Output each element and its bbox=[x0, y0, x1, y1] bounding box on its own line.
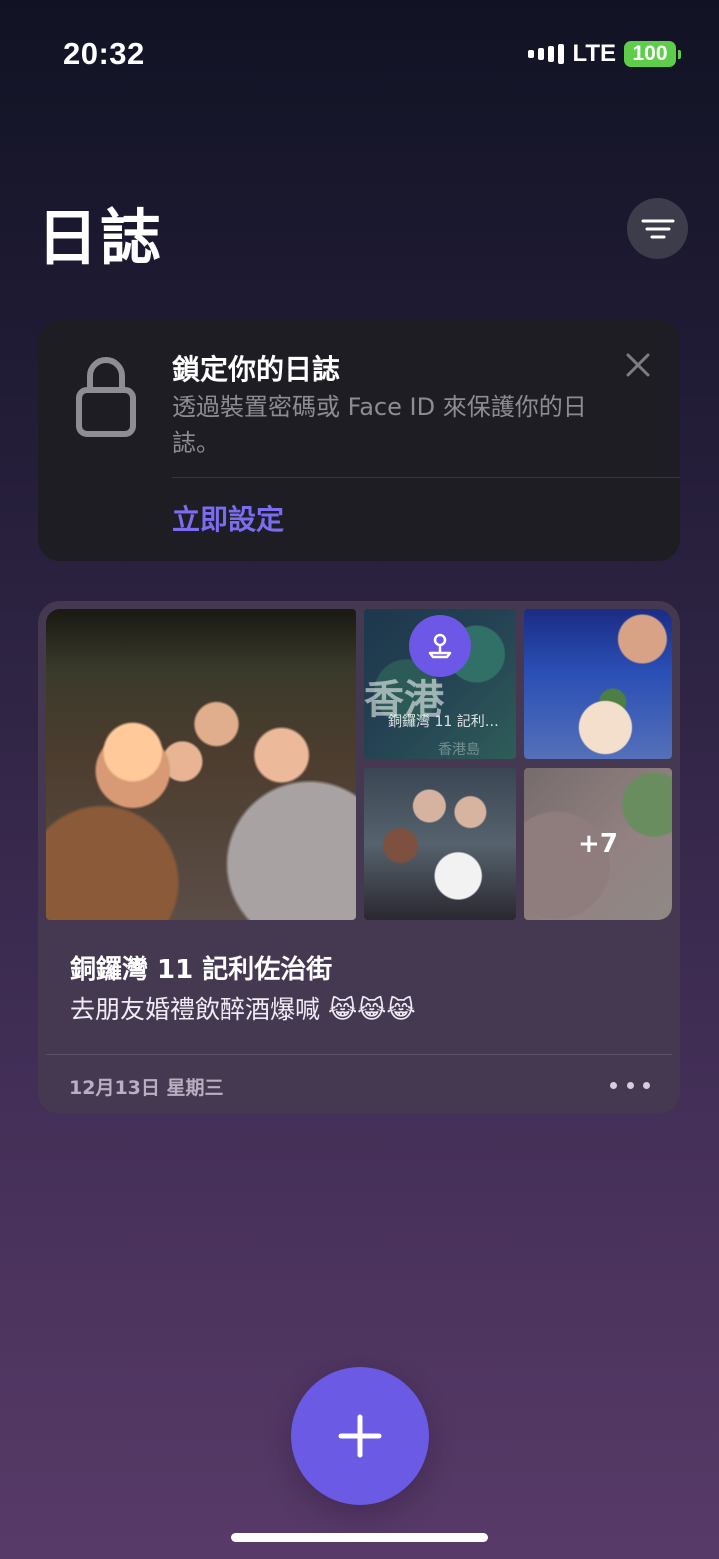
add-icon bbox=[338, 1414, 382, 1458]
entry-photo-drink[interactable] bbox=[524, 609, 672, 759]
more-icon[interactable] bbox=[610, 1073, 650, 1097]
status-time: 20:32 bbox=[63, 36, 145, 71]
map-pin bbox=[409, 615, 471, 677]
lock-card-divider bbox=[172, 477, 680, 478]
entry-date: 12月13日 星期三 bbox=[69, 1077, 224, 1099]
map-area-label: 香港島 bbox=[438, 742, 480, 758]
map-location-label: 銅鑼灣 11 記利… bbox=[388, 714, 499, 730]
page-title: 日誌 bbox=[37, 203, 164, 274]
battery-tip bbox=[678, 49, 681, 59]
filter-button[interactable] bbox=[627, 198, 688, 259]
entry-photo-group[interactable] bbox=[364, 768, 516, 920]
map-pin-icon bbox=[428, 633, 452, 659]
lock-icon bbox=[75, 353, 137, 443]
network-type: LTE bbox=[572, 40, 616, 67]
status-bar-right: LTE 100 bbox=[528, 40, 681, 68]
cellular-signal-icon bbox=[528, 44, 565, 64]
lock-card-title: 鎖定你的日誌 bbox=[172, 353, 341, 386]
close-icon bbox=[626, 353, 650, 377]
entry-divider bbox=[46, 1054, 672, 1055]
more-photos-tile[interactable]: +7 bbox=[524, 768, 672, 920]
filter-icon bbox=[641, 219, 674, 238]
battery-level: 100 bbox=[624, 41, 676, 67]
entry-body: 去朋友婚禮飲醉酒爆喊 😹😹😹 bbox=[70, 995, 416, 1024]
lock-card-description: 透過裝置密碼或 Face ID 來保護你的日誌。 bbox=[172, 393, 587, 457]
setup-now-button[interactable]: 立即設定 bbox=[172, 498, 284, 538]
journal-screen: 20:32 LTE 100 日誌 鎖定你的日誌 透過裝置密碼或 Face ID … bbox=[0, 0, 719, 1559]
entry-title: 銅鑼灣 11 記利佐治街 bbox=[70, 955, 333, 985]
add-entry-button[interactable] bbox=[291, 1367, 429, 1505]
more-photos-count: +7 bbox=[578, 829, 618, 859]
journal-entry-card[interactable]: 香港 銅鑼灣 11 記利… 香港島 +7 銅鑼灣 11 記利佐治街 去朋友婚禮飲… bbox=[38, 601, 680, 1114]
home-indicator[interactable] bbox=[231, 1533, 488, 1542]
entry-map-thumbnail[interactable]: 香港 銅鑼灣 11 記利… 香港島 bbox=[364, 609, 516, 759]
lock-journal-card: 鎖定你的日誌 透過裝置密碼或 Face ID 來保護你的日誌。 立即設定 bbox=[38, 320, 680, 561]
battery-icon: 100 bbox=[624, 41, 681, 67]
close-button[interactable] bbox=[620, 347, 656, 383]
entry-photo-main[interactable] bbox=[46, 609, 356, 920]
